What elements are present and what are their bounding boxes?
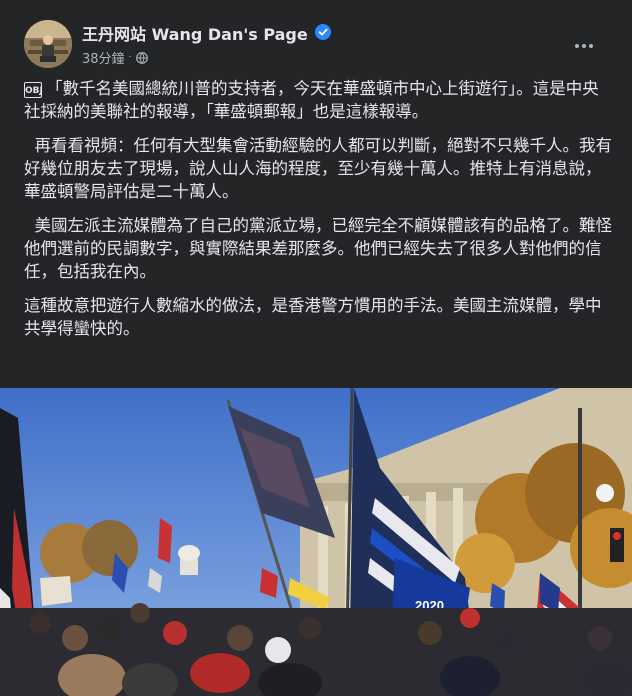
- post-timestamp[interactable]: 38分鐘: [82, 48, 125, 67]
- post-paragraph-4: 這種故意把遊行人數縮水的做法，是香港警方慣用的手法。美國主流媒體，學中共學得蠻快…: [24, 294, 614, 340]
- post-meta: 38分鐘 ·: [82, 48, 148, 67]
- paragraph-text: 這種故意把遊行人數縮水的做法，是香港警方慣用的手法。美國主流媒體，學中共學得蠻快…: [24, 296, 602, 338]
- page-avatar[interactable]: [24, 20, 72, 68]
- post-photo[interactable]: 2020: [0, 388, 632, 696]
- crowd: [0, 603, 632, 696]
- capitol-dome: [178, 545, 200, 575]
- meta-separator: ·: [128, 52, 132, 63]
- paragraph-text: 美國左派主流媒體為了自己的黨派立場，已經完全不顧媒體該有的品格了。難怪他們選前的…: [24, 216, 612, 281]
- verified-badge-icon: [315, 24, 331, 40]
- street-lamp: [578, 408, 582, 608]
- globe-icon: [135, 51, 148, 64]
- paragraph-text: 再看看視頻：任何有大型集會活動經驗的人都可以判斷，絕對不只幾千人。我有好幾位朋友…: [24, 136, 612, 201]
- post-header: 王丹网站 Wang Dan's Page 38分鐘 ·: [0, 0, 632, 80]
- facebook-post: 王丹网站 Wang Dan's Page 38分鐘 · OBJ 「數千名美國總統川…: [0, 0, 632, 696]
- post-paragraph-2: 再看看視頻：任何有大型集會活動經驗的人都可以判斷，絕對不只幾千人。我有好幾位朋友…: [24, 134, 614, 203]
- post-text: OBJ 「數千名美國總統川普的支持者，今天在華盛頓市中心上街遊行」。這是中央社採納…: [24, 77, 614, 351]
- more-options-icon: [575, 44, 579, 48]
- page-name-link[interactable]: 王丹网站 Wang Dan's Page: [82, 21, 308, 45]
- obj-icon: OBJ: [24, 82, 43, 98]
- post-paragraph-3: 美國左派主流媒體為了自己的黨派立場，已經完全不顧媒體該有的品格了。難怪他們選前的…: [24, 214, 614, 283]
- post-paragraph-1: OBJ 「數千名美國總統川普的支持者，今天在華盛頓市中心上街遊行」。這是中央社採納…: [24, 77, 614, 123]
- paragraph-text: 「數千名美國總統川普的支持者，今天在華盛頓市中心上街遊行」。這是中央社採納的美聯…: [24, 79, 599, 121]
- more-options-button[interactable]: [568, 30, 600, 62]
